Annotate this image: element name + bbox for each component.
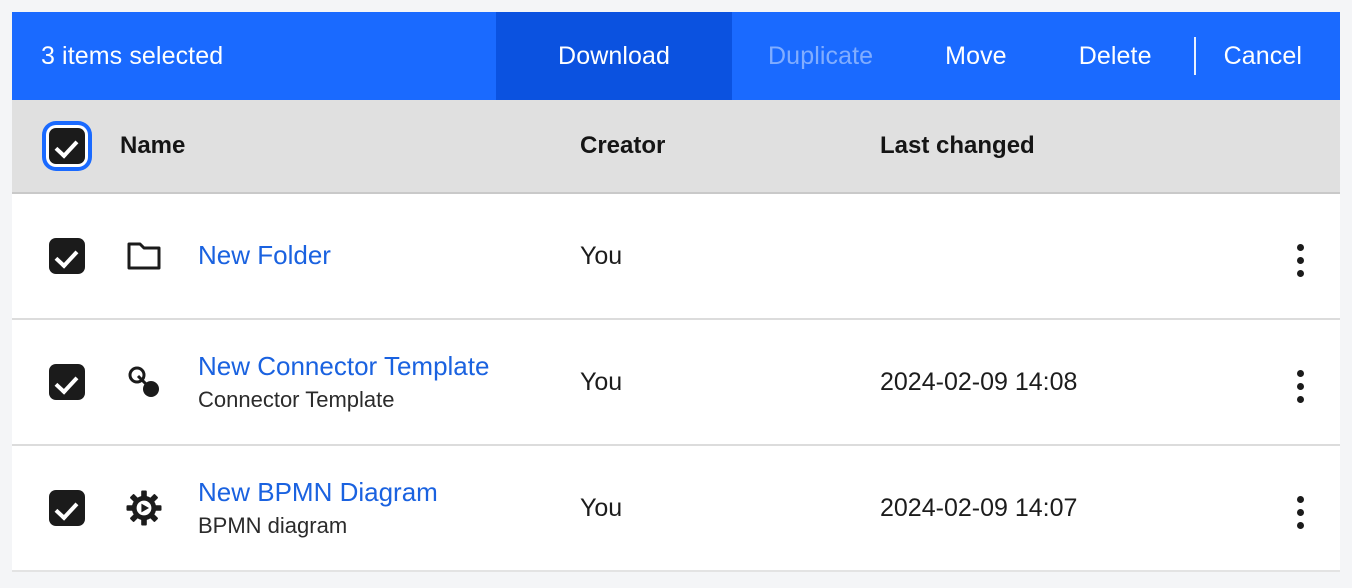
creator-value: You [580, 242, 622, 270]
row-last-changed-cell [880, 193, 1260, 319]
row-icon-cell [120, 319, 198, 445]
duplicate-button[interactable]: Duplicate [732, 12, 909, 100]
row-menu-cell [1260, 445, 1340, 571]
download-button[interactable]: Download [496, 12, 732, 100]
select-all-checkbox[interactable] [49, 128, 85, 164]
table-header-row: Name Creator Last changed [12, 100, 1340, 193]
column-header-name[interactable]: Name [120, 100, 580, 193]
move-button[interactable]: Move [909, 12, 1043, 100]
row-checkbox[interactable] [49, 238, 85, 274]
toolbar-actions: Download Duplicate Move Delete Cancel [496, 12, 1340, 100]
column-header-creator-label: Creator [580, 132, 665, 159]
last-changed-value: 2024-02-09 14:07 [880, 494, 1077, 522]
column-header-creator[interactable]: Creator [580, 100, 880, 193]
row-menu-cell [1260, 319, 1340, 445]
last-changed-value: 2024-02-09 14:08 [880, 368, 1077, 396]
row-creator-cell: You [580, 445, 880, 571]
folder-icon [122, 234, 166, 278]
row-checkbox[interactable] [49, 490, 85, 526]
row-select-cell [12, 319, 120, 445]
column-header-last-changed-label: Last changed [880, 132, 1035, 159]
table-header: Name Creator Last changed [12, 100, 1340, 193]
table-body: New Folder You [12, 193, 1340, 571]
file-name-link[interactable]: New BPMN Diagram [198, 478, 580, 507]
row-menu-cell [1260, 193, 1340, 319]
overflow-menu-icon[interactable] [1278, 239, 1322, 283]
row-select-cell [12, 193, 120, 319]
file-type-subtitle: Connector Template [198, 388, 580, 413]
delete-button[interactable]: Delete [1043, 12, 1188, 100]
row-name-cell: New Connector Template Connector Templat… [198, 319, 580, 445]
row-name-cell: New BPMN Diagram BPMN diagram [198, 445, 580, 571]
selection-count-label: 3 items selected [12, 12, 223, 100]
overflow-menu-icon[interactable] [1278, 491, 1322, 535]
selection-toolbar: 3 items selected Download Duplicate Move… [12, 12, 1340, 100]
file-name-link[interactable]: New Connector Template [198, 352, 580, 381]
bpmn-gear-play-icon [122, 486, 166, 530]
column-header-last-changed[interactable]: Last changed [880, 100, 1340, 193]
row-icon-cell [120, 193, 198, 319]
row-creator-cell: You [580, 319, 880, 445]
row-icon-cell [120, 445, 198, 571]
toolbar-divider [1194, 37, 1196, 75]
file-name-link[interactable]: New Folder [198, 241, 580, 270]
overflow-menu-icon[interactable] [1278, 365, 1322, 409]
row-name-cell: New Folder [198, 193, 580, 319]
row-select-cell [12, 445, 120, 571]
creator-value: You [580, 494, 622, 522]
select-all-header-cell [12, 100, 120, 193]
connector-icon [122, 360, 166, 404]
file-table: Name Creator Last changed [12, 100, 1340, 572]
row-checkbox[interactable] [49, 364, 85, 400]
table-row[interactable]: New Connector Template Connector Templat… [12, 319, 1340, 445]
cancel-button[interactable]: Cancel [1202, 12, 1340, 100]
row-last-changed-cell: 2024-02-09 14:07 [880, 445, 1260, 571]
creator-value: You [580, 368, 622, 396]
row-creator-cell: You [580, 193, 880, 319]
column-header-name-label: Name [120, 132, 185, 159]
file-type-subtitle: BPMN diagram [198, 514, 580, 539]
table-row[interactable]: New BPMN Diagram BPMN diagram You 2024-0… [12, 445, 1340, 571]
file-list-panel: 3 items selected Download Duplicate Move… [12, 12, 1340, 572]
table-row[interactable]: New Folder You [12, 193, 1340, 319]
row-last-changed-cell: 2024-02-09 14:08 [880, 319, 1260, 445]
